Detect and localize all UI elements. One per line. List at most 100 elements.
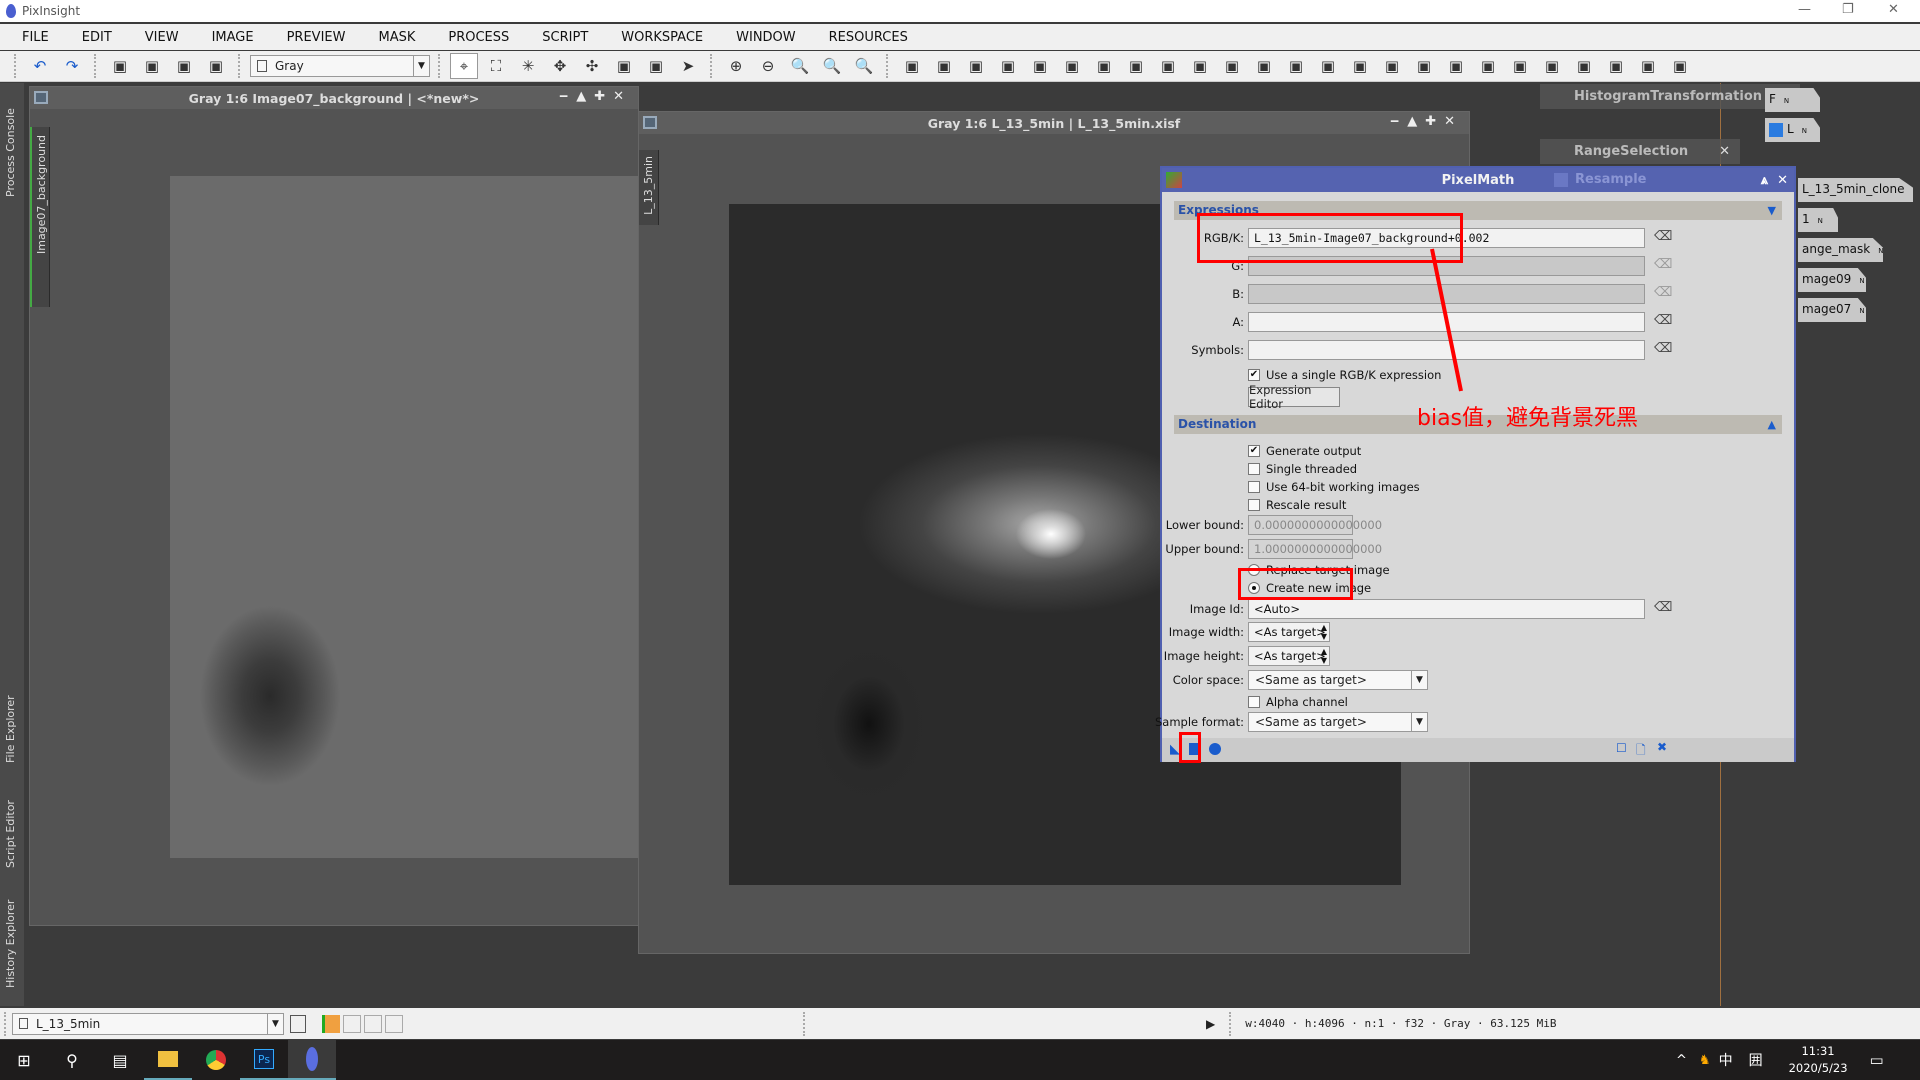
stf-reset-icon[interactable]: ▣ [1122,53,1150,79]
dialog-title-bar[interactable]: PixelMath Resample ⩓ ✕ [1162,168,1794,192]
mask-invert-icon[interactable]: ▣ [202,53,230,79]
minimize-button[interactable]: — [1798,2,1811,17]
view-lock-icon[interactable] [290,1014,306,1033]
screen-icon[interactable]: ▣ [1602,53,1630,79]
menu-file[interactable]: FILE [22,30,49,45]
generate-output-checkbox[interactable]: ✔ Generate output [1248,444,1361,458]
shelf-image[interactable]: mage09 N [1798,268,1866,292]
layout5-icon[interactable]: ▣ [1506,53,1534,79]
restore-button[interactable]: ❐ [1842,2,1854,17]
close-button[interactable]: ✕ [1888,2,1899,17]
close-icon[interactable]: ✕ [1719,139,1730,164]
image-window-background[interactable]: Gray 1:6 Image07_background | <*new*> ‒▲✚… [29,86,639,926]
single-threaded-checkbox[interactable]: Single threaded [1248,462,1357,476]
zoom-1-icon[interactable]: 🔍 [786,53,814,79]
menu-script[interactable]: SCRIPT [542,30,588,45]
window-controls[interactable]: ‒▲✚✕ [1390,114,1463,129]
view-selector[interactable]: L_13_5min ▼ [12,1012,284,1035]
menu-mask[interactable]: MASK [378,30,415,45]
close-icon[interactable]: ✕ [1777,173,1788,188]
image-height-spinbox[interactable]: <As target> ▲ ▼ [1248,646,1330,666]
menu-edit[interactable]: EDIT [82,30,112,45]
menu-resources[interactable]: RESOURCES [829,30,908,45]
image-width-spinbox[interactable]: <As target> ▲ ▼ [1248,622,1330,642]
shelf-icon-l[interactable]: LN [1765,118,1820,142]
screen3-icon[interactable]: ▣ [1666,53,1694,79]
notification-icon[interactable]: ▭ [1870,1051,1884,1069]
search-icon[interactable]: ⚲ [48,1040,96,1080]
menu-window[interactable]: WINDOW [736,30,796,45]
ime-mode-icon[interactable]: 囲 [1749,1050,1763,1070]
clear-icon[interactable]: ⌫ [1654,229,1672,244]
channel-swatch[interactable] [385,1014,403,1033]
zoom-2-icon[interactable]: 🔍 [818,53,846,79]
select-all-icon[interactable]: ▣ [930,53,958,79]
preview-edit-icon[interactable]: ▣ [642,53,670,79]
channel-swatch[interactable] [343,1014,361,1033]
readout-icon[interactable]: ⌖ [450,53,478,79]
zoom-fit-icon[interactable]: ⛶ [482,53,510,79]
panel-resample-label[interactable]: Resample [1575,172,1646,187]
reset-icon[interactable]: 🗋 [1636,741,1646,762]
lower-bound-input[interactable]: 0.0000000000000000 [1248,515,1382,535]
stf-icon[interactable]: ▣ [1058,53,1086,79]
collapse-icon[interactable]: ▼ [1768,201,1776,220]
shelf-image[interactable]: mage07 N [1798,298,1866,322]
side-tab-history-explorer[interactable]: History Explorer [4,888,17,988]
mask-icon[interactable]: ▣ [170,53,198,79]
side-tab-process-console[interactable]: Process Console [4,87,17,197]
pointer-icon[interactable]: ➤ [674,53,702,79]
photoshop-icon[interactable]: Ps [240,1040,288,1080]
zoom-in-icon[interactable]: ⊕ [722,53,750,79]
image-id-input[interactable]: <Auto> [1248,599,1645,619]
color-mode-select[interactable]: Gray ▼ [250,55,430,77]
channel-color-swatch[interactable] [322,1014,340,1033]
color-space-select[interactable]: <Same as target> ▼ [1248,670,1428,690]
history-icon[interactable]: ▣ [1282,53,1310,79]
tray-expand-icon[interactable]: ^ [1676,1053,1687,1068]
clear-icon[interactable]: ⌫ [1654,257,1672,272]
view-tab[interactable]: L_13_5min [639,150,659,225]
upper-bound-input[interactable]: 1.0000000000000000 [1248,539,1382,559]
layout4-icon[interactable]: ▣ [1474,53,1502,79]
preview-icon[interactable]: ▣ [610,53,638,79]
chrome-icon[interactable] [192,1040,240,1080]
use-64bit-checkbox[interactable]: Use 64-bit working images [1248,480,1420,494]
stf-link-icon[interactable]: ▣ [1154,53,1182,79]
clear-icon[interactable]: ⌫ [1654,341,1672,356]
new-image-icon[interactable]: ▣ [138,53,166,79]
menu-workspace[interactable]: WORKSPACE [621,30,703,45]
layout2-icon[interactable]: ▣ [1410,53,1438,79]
monitor-icon[interactable]: ▣ [1538,53,1566,79]
image-info-icon[interactable]: ▣ [106,53,134,79]
layout-icon[interactable]: ▣ [1378,53,1406,79]
shelf-image[interactable]: 1N [1798,208,1838,232]
side-tab-file-explorer[interactable]: File Explorer [4,673,17,763]
zoom-shrink-icon[interactable]: ✳ [514,53,542,79]
tray-app-icon[interactable]: ♞ [1699,1053,1711,1068]
fullscreen-icon[interactable]: ▣ [1026,53,1054,79]
process-icon[interactable]: ▣ [1218,53,1246,79]
stf-auto-icon[interactable]: ▣ [1090,53,1118,79]
panel-range-selection[interactable]: RangeSelection ✕ [1540,139,1740,164]
file-explorer-icon[interactable] [144,1040,192,1080]
menu-view[interactable]: VIEW [145,30,179,45]
window-title-bar[interactable]: Gray 1:6 Image07_background | <*new*> ‒▲✚… [30,87,638,109]
center-icon[interactable]: ✣ [578,53,606,79]
window-icon[interactable]: ▣ [994,53,1022,79]
sample-format-select[interactable]: <Same as target> ▼ [1248,712,1428,732]
clear-icon[interactable]: ⌫ [1654,313,1672,328]
symbols-input[interactable] [1248,340,1645,360]
pixinsight-icon[interactable] [288,1040,336,1080]
task-view-icon[interactable]: ▤ [96,1040,144,1080]
script-icon[interactable]: ▣ [1250,53,1278,79]
spinner-arrows-icon[interactable]: ▲ ▼ [1321,623,1327,641]
clock[interactable]: 11:31 2020/5/23 [1789,1043,1848,1077]
clear-icon[interactable]: ⌫ [1654,600,1672,615]
zoom-out-icon[interactable]: ⊖ [754,53,782,79]
panel-histogram-transformation[interactable]: HistogramTransformation [1540,84,1800,109]
monitor2-icon[interactable]: ▣ [1570,53,1598,79]
menu-image[interactable]: IMAGE [212,30,254,45]
menu-process[interactable]: PROCESS [448,30,509,45]
expression-editor-button[interactable]: Expression Editor [1248,383,1340,411]
